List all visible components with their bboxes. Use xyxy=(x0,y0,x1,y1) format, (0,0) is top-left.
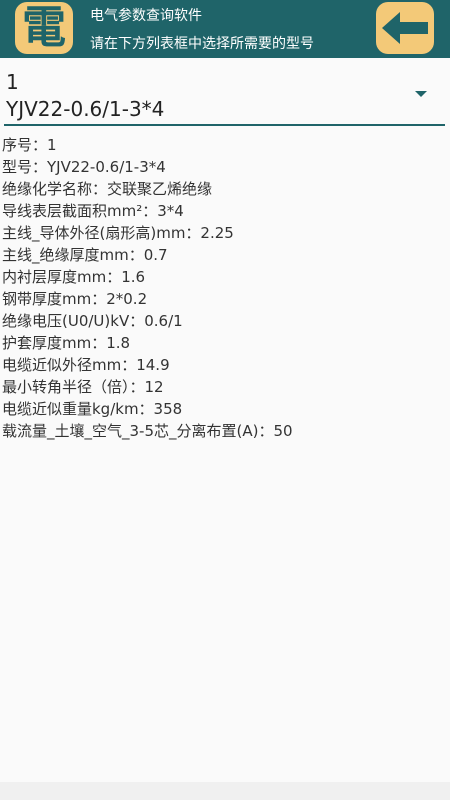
model-details: 序号：1 型号：YJV22-0.6/1-3*4 绝缘化学名称：交联聚乙烯绝缘 导… xyxy=(2,134,447,442)
detail-insulation-voltage: 绝缘电压(U0/U)kV：0.6/1 xyxy=(2,312,183,330)
detail-current-capacity: 载流量_土壤_空气_3-5芯_分离布置(A)：50 xyxy=(2,422,293,440)
detail-min-bend-radius: 最小转角半径（倍）：12 xyxy=(2,378,164,396)
selected-item-id: 1 xyxy=(6,70,19,94)
detail-outer-diameter: 电缆近似外径mm：14.9 xyxy=(2,356,170,374)
detail-weight: 电缆近似重量kg/km：358 xyxy=(2,400,183,418)
detail-steel-tape-thickness: 钢带厚度mm：2*0.2 xyxy=(2,290,148,308)
app-title: 电气参数查询软件 xyxy=(90,8,202,24)
model-selector-dropdown[interactable]: 1 YJV22-0.6/1-3*4 xyxy=(4,62,445,126)
detail-inner-liner-thickness: 内衬层厚度mm：1.6 xyxy=(2,268,146,286)
detail-insulation-name: 绝缘化学名称：交联聚乙烯绝缘 xyxy=(2,180,213,198)
detail-insulation-thickness: 主线_绝缘厚度mm：0.7 xyxy=(2,246,168,264)
app-header: 電 电气参数查询软件 请在下方列表框中选择所需要的型号 xyxy=(0,0,450,58)
bottom-bar xyxy=(0,782,450,800)
left-arrow-icon xyxy=(382,12,428,44)
app-logo-glyph: 電 xyxy=(22,2,66,53)
app-subtitle: 请在下方列表框中选择所需要的型号 xyxy=(90,36,314,52)
dropdown-arrow-icon[interactable] xyxy=(415,91,427,97)
detail-conductor-diameter: 主线_导体外径(扇形高)mm：2.25 xyxy=(2,224,234,242)
detail-sheath-thickness: 护套厚度mm：1.8 xyxy=(2,334,131,352)
detail-serial: 序号：1 xyxy=(2,136,57,154)
back-button[interactable] xyxy=(376,2,434,54)
detail-model: 型号：YJV22-0.6/1-3*4 xyxy=(2,158,166,176)
detail-cross-section: 导线表层截面积mm²：3*4 xyxy=(2,202,184,220)
app-logo-icon: 電 xyxy=(15,2,73,54)
selected-model: YJV22-0.6/1-3*4 xyxy=(6,97,165,121)
